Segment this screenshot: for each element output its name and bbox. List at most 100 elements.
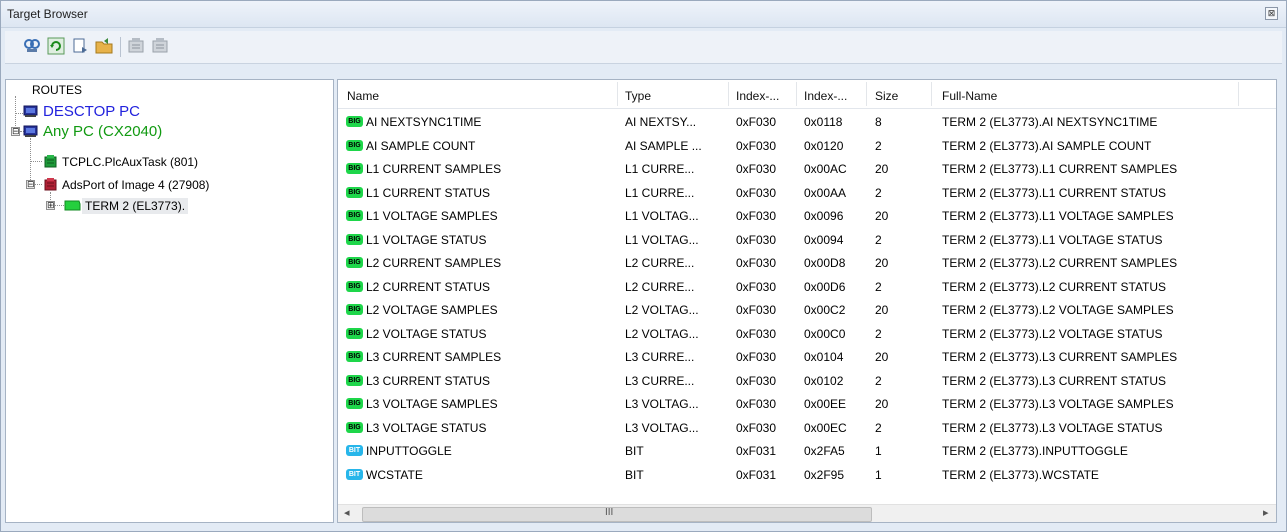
- table-row[interactable]: BIG L3 CURRENT STATUS L3 CURRE... 0xF030 0x0…: [338, 369, 1276, 393]
- horizontal-scrollbar[interactable]: ◂ III ▸: [338, 504, 1276, 522]
- tree-root-routes[interactable]: ROUTES: [32, 83, 82, 97]
- big-type-icon: BIG: [346, 280, 363, 292]
- tree-node-ads-port[interactable]: AdsPort of Image 4 (27908): [62, 178, 209, 192]
- tree-node-desctop-pc[interactable]: DESCTOP PC: [43, 103, 140, 120]
- big-type-icon: BIG: [346, 210, 363, 221]
- table-row[interactable]: BIG L1 VOLTAGE STATUS L1 VOLTAG... 0xF030 0x…: [338, 228, 1276, 252]
- column-header-name[interactable]: Name: [347, 89, 379, 103]
- window-title: Target Browser: [7, 7, 88, 21]
- column-divider[interactable]: [617, 82, 618, 106]
- cell-name: AI NEXTSYNC1TIME: [366, 115, 482, 129]
- cell-size: 1: [875, 467, 882, 482]
- cell-ioff: 0x0120: [804, 138, 844, 153]
- cell-type: AI SAMPLE ...: [625, 138, 702, 153]
- column-header-full-name[interactable]: Full-Name: [942, 89, 997, 103]
- tree-node-plc-aux-task[interactable]: TCPLC.PlcAuxTask (801): [62, 155, 198, 169]
- cell-type: BIT: [625, 467, 644, 482]
- cell-size: 20: [875, 162, 889, 176]
- disabled-grid-icon: [127, 37, 145, 55]
- cell-name: L2 VOLTAGE STATUS: [366, 326, 487, 341]
- table-row[interactable]: BIG AI SAMPLE COUNT AI SAMPLE ... 0xF030 0x0…: [338, 134, 1276, 158]
- scrollbar-thumb[interactable]: III: [362, 507, 872, 522]
- cell-full: TERM 2 (EL3773).L1 CURRENT SAMPLES: [942, 162, 1178, 176]
- column-header-index-group[interactable]: Index-...: [736, 89, 779, 103]
- find-icon[interactable]: [23, 37, 41, 55]
- table-row[interactable]: BIG AI NEXTSYNC1TIME AI NEXTSY... 0xF030 0x0…: [338, 110, 1276, 134]
- big-type-icon: BIG: [346, 116, 363, 127]
- column-divider[interactable]: [931, 82, 932, 106]
- scroll-right-arrow-icon[interactable]: ▸: [1263, 506, 1269, 519]
- cell-name: L2 CURRENT STATUS: [366, 279, 491, 294]
- cell-type: BIT: [625, 444, 644, 458]
- table-row[interactable]: BIG L3 VOLTAGE STATUS L3 VOLTAG... 0xF030 0x…: [338, 416, 1276, 440]
- toolbar-separator: [120, 37, 121, 57]
- cell-type: L2 VOLTAG...: [625, 326, 699, 341]
- table-row[interactable]: BIT INPUTTOGGLE BIT 0xF031 0x2FA5 1 TERM 2 (EL…: [338, 439, 1276, 463]
- cell-size: 20: [875, 209, 889, 223]
- column-divider[interactable]: [866, 82, 867, 106]
- cell-full: TERM 2 (EL3773).L1 VOLTAGE SAMPLES: [942, 209, 1174, 223]
- table-row[interactable]: BIG L2 VOLTAGE SAMPLES L2 VOLTAG... 0xF030 0…: [338, 298, 1276, 322]
- cell-igrp: 0xF030: [736, 185, 777, 200]
- scroll-left-arrow-icon[interactable]: ◂: [344, 506, 350, 519]
- cell-size: 20: [875, 303, 889, 317]
- table-row[interactable]: BIG L2 VOLTAGE STATUS L2 VOLTAG... 0xF030 0x…: [338, 322, 1276, 346]
- disabled-grid-icon-2: [151, 37, 169, 55]
- cell-ioff: 0x0118: [804, 115, 843, 129]
- tree-node-any-pc[interactable]: Any PC (CX2040): [43, 123, 162, 140]
- cell-full: TERM 2 (EL3773).INPUTTOGGLE: [942, 444, 1128, 458]
- tree-connector: [30, 161, 42, 162]
- close-icon[interactable]: ⊠: [1265, 7, 1278, 20]
- add-watch-icon[interactable]: [71, 37, 89, 55]
- cell-ioff: 0x00C2: [804, 303, 846, 317]
- column-header-size[interactable]: Size: [875, 89, 898, 103]
- column-header-type[interactable]: Type: [625, 89, 651, 103]
- table-row[interactable]: BIT WCSTATE BIT 0xF031 0x2F95 1 TERM 2 (EL3773…: [338, 463, 1276, 487]
- big-type-icon: BIG: [346, 421, 363, 433]
- cell-full: TERM 2 (EL3773).L2 CURRENT STATUS: [942, 279, 1167, 294]
- cell-ioff: 0x2FA5: [804, 444, 845, 458]
- table-row[interactable]: BIG L3 VOLTAGE SAMPLES L3 VOLTAG... 0xF030 0…: [338, 392, 1276, 416]
- collapse-icon[interactable]: ⊟: [11, 127, 20, 136]
- tree-node-term-2[interactable]: TERM 2 (EL3773).: [82, 198, 189, 214]
- cell-full: TERM 2 (EL3773).L3 VOLTAGE STATUS: [942, 420, 1163, 435]
- cell-igrp: 0xF030: [736, 256, 777, 270]
- big-type-icon: BIG: [346, 304, 363, 315]
- cell-igrp: 0xF030: [736, 420, 777, 435]
- cell-size: 2: [875, 326, 882, 341]
- collapse-icon[interactable]: ⊟: [26, 180, 35, 189]
- cell-igrp: 0xF030: [736, 115, 777, 129]
- cell-name: L3 VOLTAGE STATUS: [366, 420, 487, 435]
- column-divider[interactable]: [1238, 82, 1239, 106]
- cell-size: 2: [875, 279, 882, 294]
- expand-icon[interactable]: ⊞: [46, 201, 55, 210]
- refresh-icon[interactable]: [47, 37, 65, 55]
- table-row[interactable]: BIG L1 VOLTAGE SAMPLES L1 VOLTAG... 0xF030 0…: [338, 204, 1276, 228]
- cell-igrp: 0xF031: [736, 444, 777, 458]
- toolbar: [5, 31, 1282, 64]
- table-row[interactable]: BIG L3 CURRENT SAMPLES L3 CURRE... 0xF030 0x…: [338, 345, 1276, 369]
- column-header-index-offset[interactable]: Index-...: [804, 89, 847, 103]
- cell-ioff: 0x00EE: [804, 397, 847, 411]
- table-row[interactable]: BIG L1 CURRENT STATUS L1 CURRE... 0xF030 0x0…: [338, 181, 1276, 205]
- cell-size: 2: [875, 138, 882, 153]
- cell-full: TERM 2 (EL3773).L3 CURRENT STATUS: [942, 373, 1167, 388]
- symbol-table: Name Type Index-... Index-... Size Full-…: [337, 79, 1277, 523]
- cell-type: AI NEXTSY...: [625, 115, 697, 129]
- open-folder-icon[interactable]: [95, 37, 113, 55]
- column-divider[interactable]: [728, 82, 729, 106]
- cell-igrp: 0xF030: [736, 303, 777, 317]
- cell-igrp: 0xF030: [736, 162, 777, 176]
- cell-igrp: 0xF030: [736, 397, 777, 411]
- cell-full: TERM 2 (EL3773).L1 VOLTAGE STATUS: [942, 232, 1163, 247]
- table-row[interactable]: BIG L1 CURRENT SAMPLES L1 CURRE... 0xF030 0x…: [338, 157, 1276, 181]
- cell-name: L2 VOLTAGE SAMPLES: [366, 303, 498, 317]
- column-divider[interactable]: [796, 82, 797, 106]
- table-row[interactable]: BIG L2 CURRENT STATUS L2 CURRE... 0xF030 0x0…: [338, 275, 1276, 299]
- cell-full: TERM 2 (EL3773).L2 VOLTAGE SAMPLES: [942, 303, 1174, 317]
- cell-size: 1: [875, 444, 882, 458]
- bit-type-icon: BIT: [346, 468, 363, 480]
- table-row[interactable]: BIG L2 CURRENT SAMPLES L2 CURRE... 0xF030 0x…: [338, 251, 1276, 275]
- cell-full: TERM 2 (EL3773).L2 VOLTAGE STATUS: [942, 326, 1163, 341]
- cell-name: L2 CURRENT SAMPLES: [366, 256, 502, 270]
